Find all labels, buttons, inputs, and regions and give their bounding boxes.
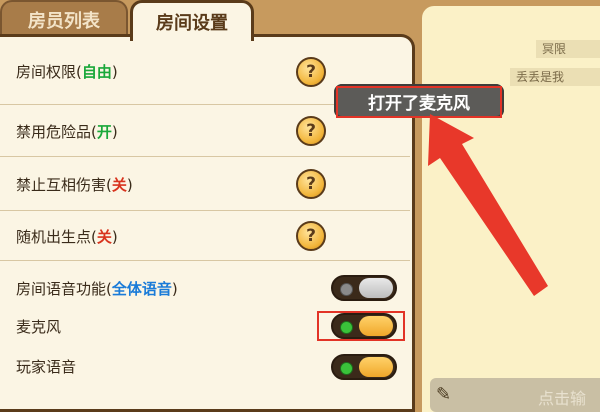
game-room-settings-screen: 房员列表 房间设置 房间权限(自由) ? 禁用危险品(开) ? 禁止互相伤害(关…	[0, 0, 600, 412]
annotation-arrow	[428, 114, 548, 296]
